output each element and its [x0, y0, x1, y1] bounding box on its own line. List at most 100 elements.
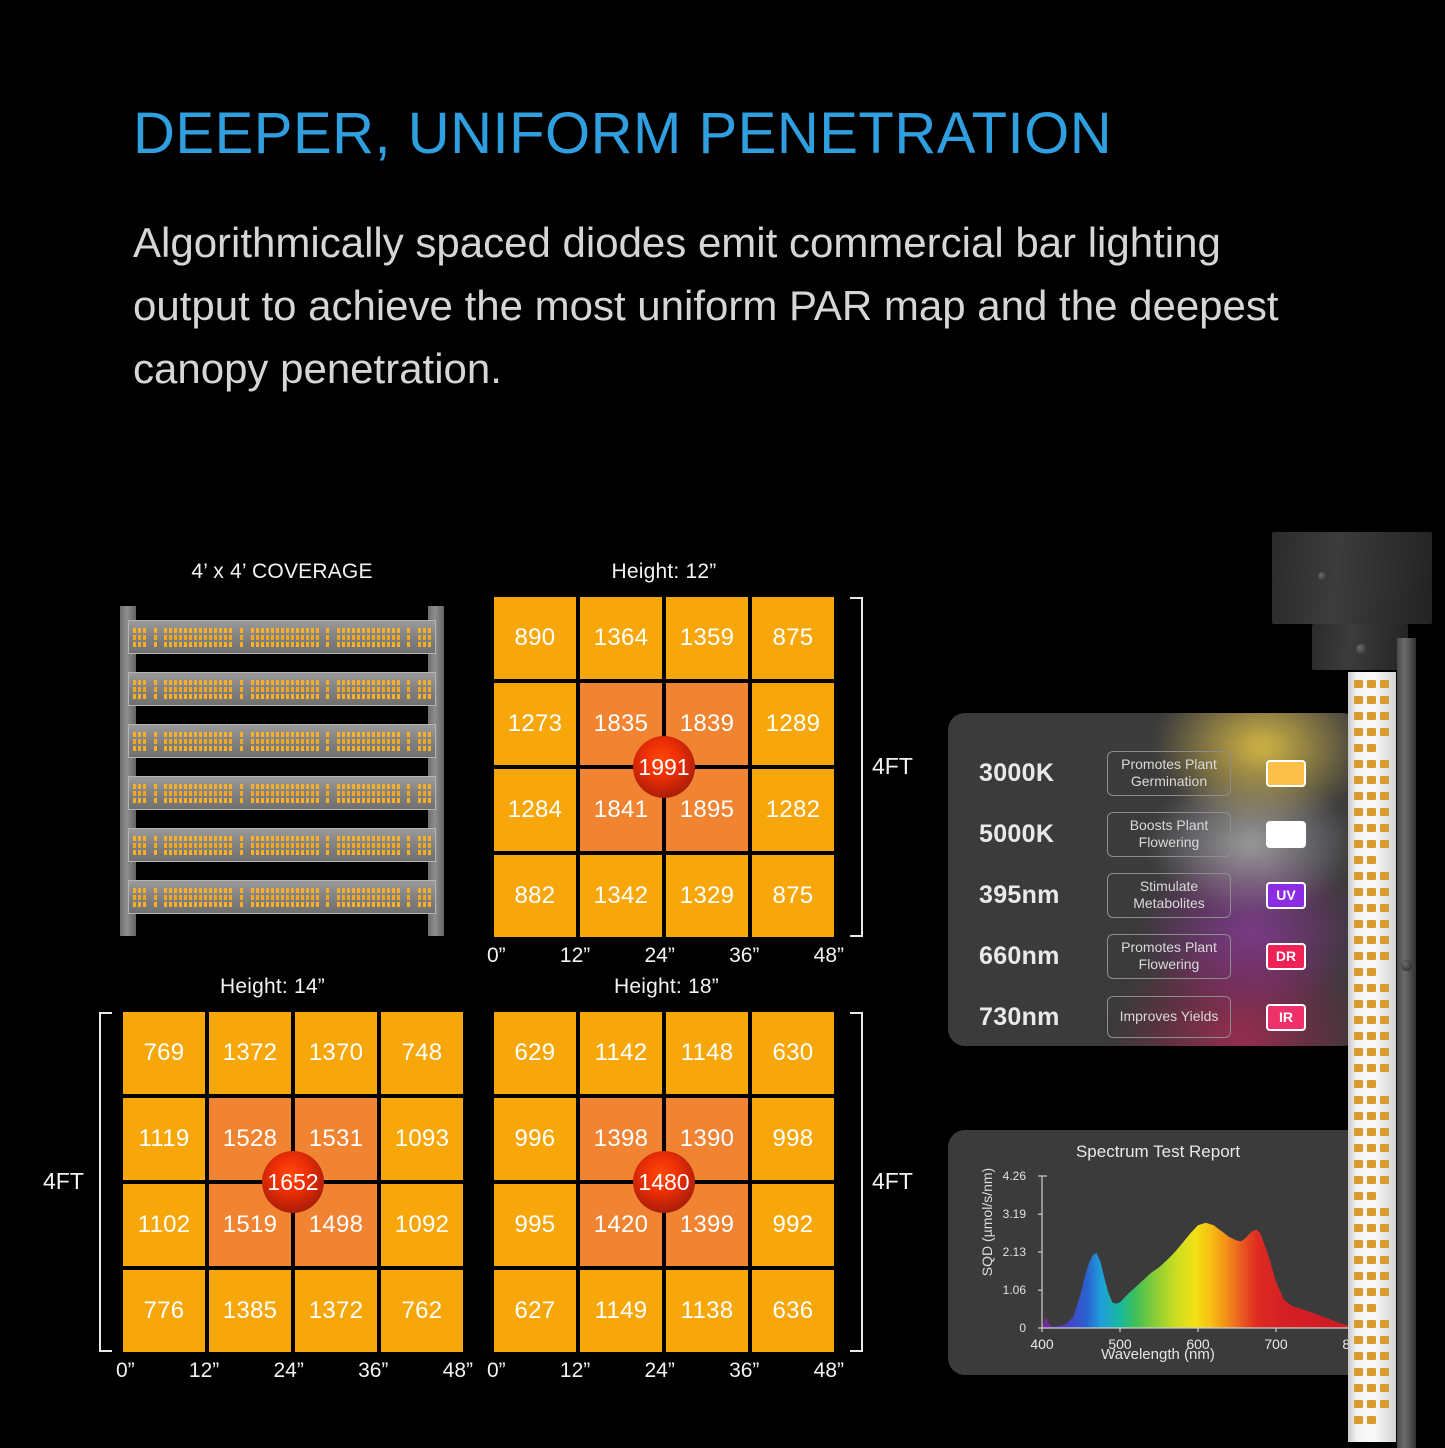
led-bar — [128, 776, 436, 810]
led-diode — [300, 641, 304, 647]
led-diode — [184, 894, 188, 900]
led-diode — [260, 849, 264, 855]
led-diode — [153, 790, 157, 796]
led-diode — [133, 627, 136, 633]
led-diode — [138, 693, 141, 699]
led-diode — [1367, 1192, 1376, 1200]
led-diode — [376, 738, 380, 744]
par-cell: 1289 — [752, 683, 834, 765]
led-diode — [153, 849, 157, 855]
led-diode — [133, 783, 136, 789]
led-diode — [386, 797, 390, 803]
led-diode — [164, 641, 168, 647]
led-diode — [1354, 1416, 1363, 1424]
led-cluster — [418, 679, 431, 699]
led-diode — [275, 731, 279, 737]
led-diode — [189, 738, 193, 744]
led-diode — [153, 797, 157, 803]
led-diode — [423, 686, 426, 692]
led-diode — [280, 894, 284, 900]
led-diode — [214, 731, 218, 737]
led-diode — [310, 686, 314, 692]
led-diode — [396, 835, 400, 841]
led-diode — [361, 790, 365, 796]
led-diode — [1354, 1208, 1363, 1216]
led-diode — [285, 634, 289, 640]
led-diode — [1380, 1096, 1389, 1104]
led-diode — [143, 634, 146, 640]
led-diode — [356, 738, 360, 744]
led-diode — [184, 835, 188, 841]
led-diode — [1367, 1336, 1376, 1344]
led-diode — [396, 679, 400, 685]
led-diode — [295, 887, 299, 893]
led-diode — [305, 783, 309, 789]
par-cell: 1093 — [381, 1098, 463, 1180]
led-diode — [153, 686, 157, 692]
led-diode — [290, 797, 294, 803]
led-diode — [169, 790, 173, 796]
spectrum-swatch-cell — [1231, 759, 1341, 787]
led-diode — [310, 745, 314, 751]
led-diode — [305, 842, 309, 848]
led-diode — [381, 627, 385, 633]
led-diode — [1354, 1048, 1363, 1056]
led-cluster — [250, 627, 319, 647]
axis-tick-label: 12” — [559, 944, 591, 967]
led-diode — [194, 686, 198, 692]
led-cluster — [164, 679, 233, 699]
led-diode — [169, 842, 173, 848]
led-diode — [1367, 1304, 1376, 1312]
led-diode — [239, 835, 243, 841]
led-diode — [275, 849, 279, 855]
par-cell: 1138 — [666, 1270, 748, 1352]
led-diode — [326, 849, 330, 855]
led-diode — [407, 842, 411, 848]
led-diode — [1354, 1080, 1363, 1088]
led-diode — [265, 679, 269, 685]
led-diode — [214, 797, 218, 803]
led-diode — [214, 634, 218, 640]
led-diode — [138, 738, 141, 744]
led-diode — [407, 835, 411, 841]
led-diode — [239, 842, 243, 848]
led-cluster — [407, 679, 411, 699]
led-diode — [310, 790, 314, 796]
led-diode — [305, 797, 309, 803]
led-diode — [250, 842, 254, 848]
led-diode — [418, 901, 421, 907]
led-diode — [407, 887, 411, 893]
dimension-bracket-vertical — [99, 1012, 112, 1352]
led-diode — [428, 745, 431, 751]
par-x-axis: 0” 12” 24” 36” 48” — [487, 944, 844, 968]
led-diode — [229, 686, 233, 692]
led-diode — [169, 901, 173, 907]
led-diode — [1380, 1384, 1389, 1392]
led-diode — [133, 686, 136, 692]
led-diode — [179, 641, 183, 647]
spectrum-swatch-cell: UV — [1231, 881, 1341, 909]
led-diode — [138, 679, 141, 685]
led-diode — [310, 842, 314, 848]
led-diode — [361, 842, 365, 848]
led-diode — [199, 835, 203, 841]
led-diode — [1367, 856, 1376, 864]
led-diode — [295, 738, 299, 744]
led-diode — [174, 634, 178, 640]
led-diode — [270, 887, 274, 893]
led-diode — [265, 738, 269, 744]
led-diode — [184, 745, 188, 751]
led-diode — [169, 679, 173, 685]
led-diode — [138, 745, 141, 751]
led-diode — [391, 627, 395, 633]
led-diode — [1380, 840, 1389, 848]
led-diode — [336, 731, 340, 737]
led-diode — [224, 627, 228, 633]
led-diode — [199, 738, 203, 744]
led-diode — [133, 894, 136, 900]
led-diode — [351, 738, 355, 744]
led-diode — [280, 797, 284, 803]
par-cell: 1372 — [209, 1012, 291, 1094]
led-diode — [265, 783, 269, 789]
led-diode — [315, 679, 319, 685]
